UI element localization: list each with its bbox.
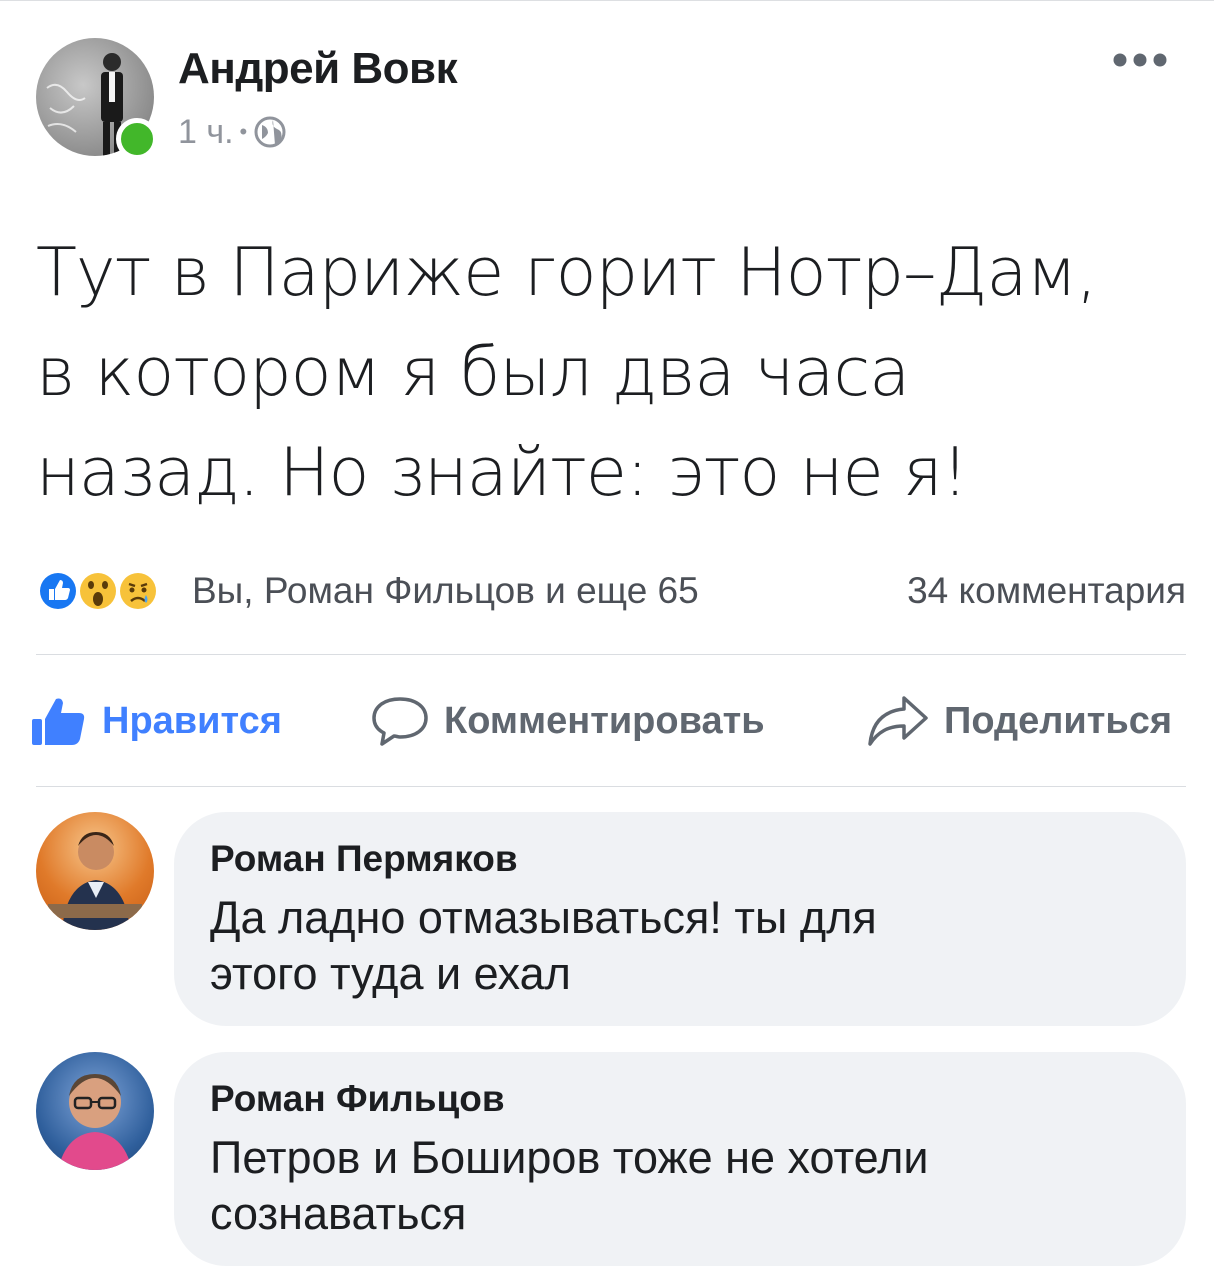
sad-reaction-icon: [118, 571, 158, 611]
thumbs-up-icon: [32, 698, 85, 745]
commenter-avatar[interactable]: [36, 1052, 154, 1170]
divider: [36, 654, 1186, 655]
like-button[interactable]: Нравится: [30, 688, 282, 754]
post-text-line: назад. Но знайте: это не я!: [36, 433, 969, 511]
avatar-scribble: [46, 83, 86, 133]
comment-button[interactable]: Комментировать: [370, 688, 765, 754]
comment-author[interactable]: Роман Фильцов: [210, 1078, 505, 1120]
post-text-line: в котором я был два часа: [36, 333, 910, 411]
comment-bubble: Роман Пермяков Да ладно отмазываться! ты…: [174, 812, 1186, 1026]
commenter-avatar[interactable]: [36, 812, 154, 930]
post-meta: 1 ч. •: [178, 112, 287, 152]
comment-text: Петров и Боширов тоже не хотели сознават…: [210, 1130, 1150, 1242]
top-border: [0, 0, 1214, 1]
share-arrow-icon: [868, 696, 928, 746]
reactions-row: Вы, Роман Фильцов и еще 65 34 комментари…: [36, 566, 1186, 616]
like-label: Нравится: [102, 699, 282, 742]
commenter-avatar-image: [48, 832, 142, 930]
post-text: Тут в Париже горит Нотр–Дам, в котором я…: [36, 222, 1186, 522]
reaction-icons[interactable]: [36, 568, 186, 614]
post-time[interactable]: 1 ч.: [178, 113, 234, 152]
post-author-name[interactable]: Андрей Вовк: [178, 44, 458, 94]
wow-reaction-icon: [78, 571, 118, 611]
comment-bubble: Роман Фильцов Петров и Боширов тоже не х…: [174, 1052, 1186, 1266]
globe-icon: [254, 116, 286, 148]
comment-author[interactable]: Роман Пермяков: [210, 838, 518, 880]
share-button[interactable]: Поделиться: [866, 688, 1172, 754]
comments-count[interactable]: 34 комментария: [907, 570, 1186, 612]
comment-text-line: Петров и Боширов тоже не хотели: [210, 1132, 929, 1183]
comment-bubble-icon: [372, 697, 428, 746]
meta-separator: •: [239, 119, 248, 144]
comment-text-line: Да ладно отмазываться! ты для: [210, 892, 877, 943]
online-status-indicator: [116, 118, 158, 160]
divider: [36, 786, 1186, 787]
more-horizontal-icon[interactable]: [1112, 48, 1168, 72]
comment-text-line: этого туда и ехал: [210, 948, 571, 999]
comment-label: Комментировать: [444, 699, 765, 742]
like-reaction-icon: [38, 571, 78, 611]
reactions-summary[interactable]: Вы, Роман Фильцов и еще 65: [192, 570, 699, 612]
comment-text: Да ладно отмазываться! ты для этого туда…: [210, 890, 1150, 1002]
share-label: Поделиться: [944, 699, 1173, 742]
comment-text-line: сознаваться: [210, 1188, 467, 1239]
post-text-line: Тут в Париже горит Нотр–Дам,: [36, 233, 1097, 311]
commenter-avatar-image: [58, 1074, 132, 1170]
